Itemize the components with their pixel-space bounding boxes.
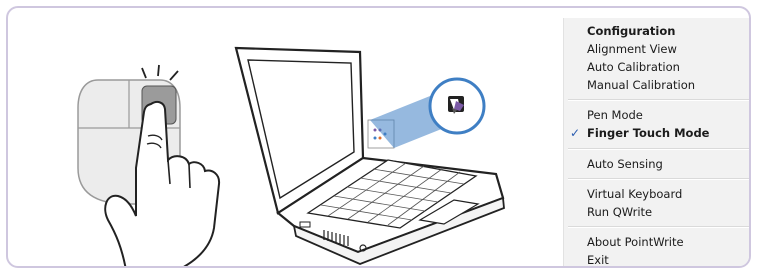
menu-item-about-pointwrite[interactable]: About PointWrite <box>564 233 749 251</box>
checkmark-icon: ✓ <box>570 126 581 140</box>
menu-item-label: Finger Touch Mode <box>587 126 710 140</box>
menu-item-label: Auto Sensing <box>587 157 663 171</box>
context-menu: Configuration Alignment View Auto Calibr… <box>563 18 749 267</box>
usage-illustration <box>77 46 505 266</box>
menu-item-label: Manual Calibration <box>587 78 696 92</box>
menu-separator <box>568 148 749 150</box>
menu-item-pen-mode[interactable]: Pen Mode <box>564 106 749 124</box>
menu-item-run-qwrite[interactable]: Run QWrite <box>564 203 749 221</box>
menu-item-exit[interactable]: Exit <box>564 251 749 267</box>
menu-item-configuration[interactable]: Configuration <box>564 22 749 40</box>
illustration-frame: Configuration Alignment View Auto Calibr… <box>6 6 751 268</box>
menu-separator <box>568 226 749 228</box>
menu-item-label: Exit <box>587 253 609 267</box>
menu-item-label: About PointWrite <box>587 235 684 249</box>
menu-item-auto-calibration[interactable]: Auto Calibration <box>564 58 749 76</box>
menu-item-alignment-view[interactable]: Alignment View <box>564 40 749 58</box>
menu-separator <box>568 178 749 180</box>
menu-item-manual-calibration[interactable]: Manual Calibration <box>564 76 749 94</box>
menu-item-label: Run QWrite <box>587 205 653 219</box>
menu-item-label: Auto Calibration <box>587 60 680 74</box>
menu-item-label: Virtual Keyboard <box>587 187 683 201</box>
menu-item-label: Pen Mode <box>587 108 643 122</box>
menu-item-auto-sensing[interactable]: Auto Sensing <box>564 155 749 173</box>
menu-item-virtual-keyboard[interactable]: Virtual Keyboard <box>564 185 749 203</box>
menu-item-finger-touch-mode[interactable]: ✓ Finger Touch Mode <box>564 124 749 142</box>
pointwrite-tray-icon[interactable] <box>428 77 486 135</box>
menu-item-label: Alignment View <box>587 42 677 56</box>
menu-separator <box>568 99 749 101</box>
menu-item-label: Configuration <box>587 24 676 38</box>
